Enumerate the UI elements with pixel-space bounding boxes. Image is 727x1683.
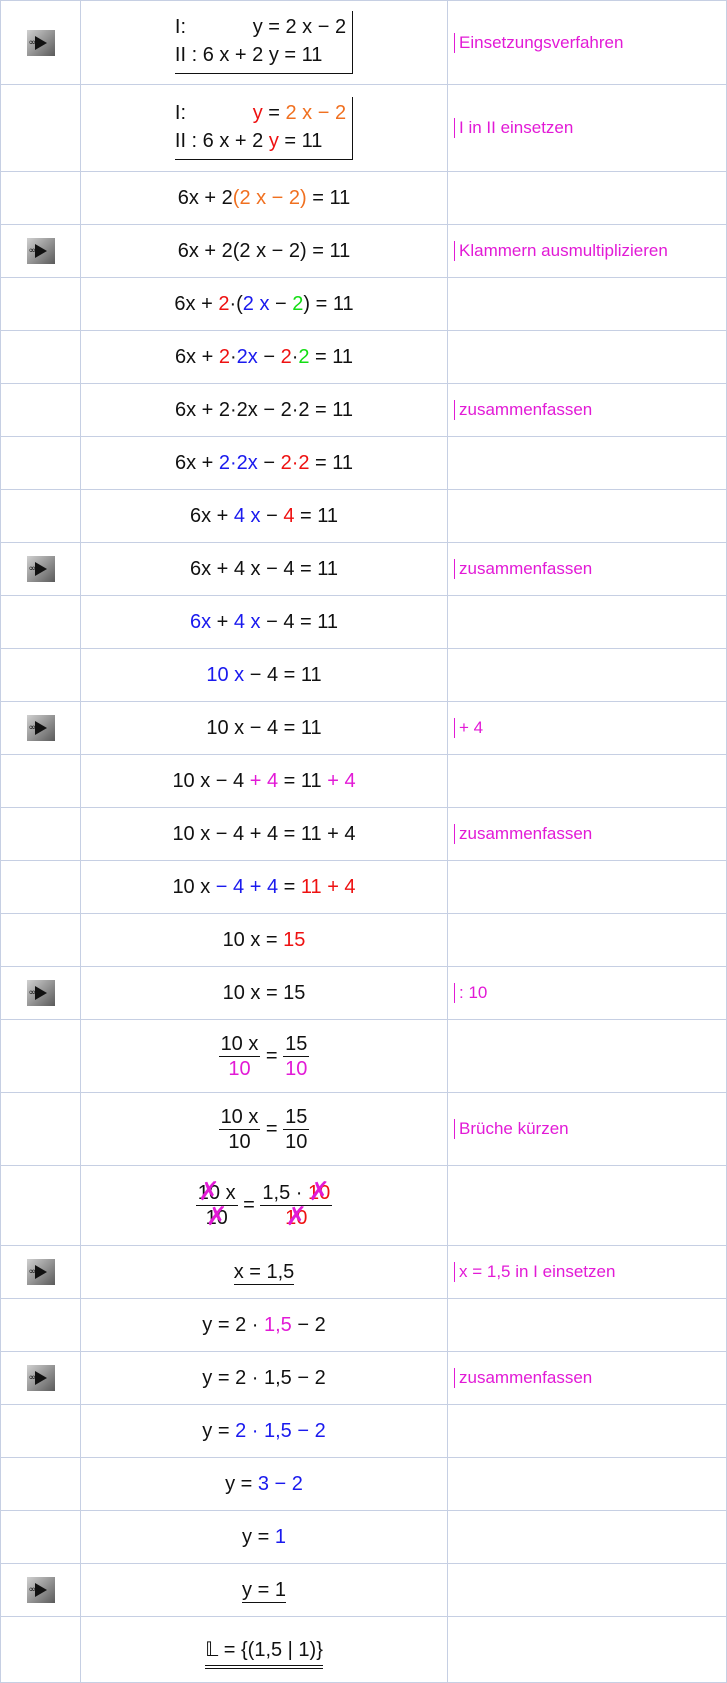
step-row: 6x + 2(2 x − 2) = 11 [0,171,727,225]
step-row: ∞ y = 2 · 1,5 − 2 zusammenfassen [0,1351,727,1405]
equation: y = 2 · 1,5 − 2 [80,1351,448,1405]
step-row: 𝕃 = {(1,5 | 1)} [0,1616,727,1683]
equation: 10 x = 15 [80,913,448,967]
step-row: I: y = 2 x − 2 II : 6 x + 2 y = 11 I in … [0,84,727,172]
step-note: : 10 [454,983,487,1003]
fraction: 15 10 [283,1032,310,1080]
step-row: 6x + 2·2x − 2·2 = 11 [0,436,727,490]
play-arrow-icon[interactable]: ∞ [26,238,55,264]
step-row: 10 x − 4 + 4 = 11 + 4 zusammenfassen [0,807,727,861]
equation: 10 x − 4 = 11 [80,648,448,702]
fraction: 15 10 [283,1105,310,1153]
step-note: Brüche kürzen [454,1119,569,1139]
equation: 6x + 4 x − 4 = 11 [80,542,448,596]
step-row: 10 x − 4 + 4 = 11 + 4 [0,754,727,808]
equation: 6x + 2·2x − 2·2 = 11 [80,383,448,437]
equation: 10 x − 4 + 4 = 11 + 4 [80,860,448,914]
step-row: 10 x = 15 [0,913,727,967]
step-row: y = 2 · 1,5 − 2 [0,1404,727,1458]
equation: 6x + 4 x − 4 = 11 [80,595,448,649]
play-arrow-icon[interactable]: ∞ [26,29,55,56]
fraction: 10 x10 [218,1032,261,1080]
step-row: 6x + 4 x − 4 = 11 [0,489,727,543]
step-row: ∞ 6x + 4 x − 4 = 11 zusammenfassen [0,542,727,596]
equation: 6x + 2(2 x − 2) = 11 [80,224,448,278]
step-row: ∞ 6x + 2(2 x − 2) = 11 Klammern ausmulti… [0,224,727,278]
step-row: ∞ I: y = 2 x − 2 II : 6 x + 2 y = 11 Ein… [0,0,727,85]
fraction: 10 x10 [218,1105,261,1153]
equation: 10 x 10 = 15 10 [80,1019,448,1093]
equation: y = 1 [80,1563,448,1617]
step-row: y = 1 [0,1510,727,1564]
equation: 10 x − 4 = 11 [80,701,448,755]
play-arrow-icon[interactable]: ∞ [26,1259,55,1285]
step-note: zusammenfassen [454,1368,592,1388]
equation-system: I: y = 2 x − 2 II : 6 x + 2 y = 11 [174,96,354,160]
equation: y = 1 [80,1510,448,1564]
equation: x = 1,5 [80,1245,448,1299]
equation: 10 x 10 = 15 10 [80,1092,448,1166]
equation: y = 2 · 1,5 − 2 [80,1298,448,1352]
play-arrow-icon[interactable]: ∞ [26,715,55,741]
equation: 10 x − 4 + 4 = 11 + 4 [80,807,448,861]
step-row: 6x + 2·(2 x − 2) = 11 [0,277,727,331]
fraction: 1,5 · 1010 [260,1178,333,1230]
step-note: zusammenfassen [454,400,592,420]
play-arrow-icon[interactable]: ∞ [26,556,55,582]
equation: 10 x10 = 1,5 · 1010 [80,1165,448,1246]
step-note: I in II einsetzen [454,118,573,138]
fraction: 10 x10 [195,1178,238,1230]
step-note: + 4 [454,718,483,738]
play-arrow-icon[interactable]: ∞ [26,980,55,1006]
equation: 6x + 2·2x − 2·2 = 11 [80,330,448,384]
equation: 6x + 4 x − 4 = 11 [80,489,448,543]
equation-system: I: y = 2 x − 2 II : 6 x + 2 y = 11 [174,11,354,74]
equation: y = 3 − 2 [80,1457,448,1511]
step-row: y = 2 · 1,5 − 2 [0,1298,727,1352]
step-row: 10 x − 4 = 11 [0,648,727,702]
step-row: 6x + 4 x − 4 = 11 [0,595,727,649]
step-row: ∞ 10 x − 4 = 11 + 4 [0,701,727,755]
step-row: ∞ y = 1 [0,1563,727,1617]
step-row: y = 3 − 2 [0,1457,727,1511]
equation: 6x + 2(2 x − 2) = 11 [80,171,448,225]
play-arrow-icon[interactable]: ∞ [26,1365,55,1391]
step-note: x = 1,5 in I einsetzen [454,1262,615,1282]
step-row: 10 x 10 = 15 10 Brüche kürzen [0,1092,727,1166]
step-row: ∞ 10 x = 15 : 10 [0,966,727,1020]
step-note: zusammenfassen [454,824,592,844]
step-row: 6x + 2·2x − 2·2 = 11 zusammenfassen [0,383,727,437]
equation: 6x + 2·2x − 2·2 = 11 [80,436,448,490]
solution-set: 𝕃 = {(1,5 | 1)} [80,1616,448,1683]
step-row: 10 x10 = 1,5 · 1010 [0,1165,727,1246]
equation: y = 2 · 1,5 − 2 [80,1404,448,1458]
step-row: 10 x − 4 + 4 = 11 + 4 [0,860,727,914]
equation: 10 x − 4 + 4 = 11 + 4 [80,754,448,808]
solution-steps-table: ∞ I: y = 2 x − 2 II : 6 x + 2 y = 11 Ein… [0,0,727,1683]
play-arrow-icon[interactable]: ∞ [26,1577,55,1603]
equation: 10 x = 15 [80,966,448,1020]
step-row: ∞ x = 1,5 x = 1,5 in I einsetzen [0,1245,727,1299]
step-note: zusammenfassen [454,559,592,579]
step-note: Klammern ausmultiplizieren [454,241,668,261]
step-row: 6x + 2·2x − 2·2 = 11 [0,330,727,384]
step-note: Einsetzungsverfahren [454,32,623,53]
equation: 6x + 2·(2 x − 2) = 11 [80,277,448,331]
step-row: 10 x 10 = 15 10 [0,1019,727,1093]
